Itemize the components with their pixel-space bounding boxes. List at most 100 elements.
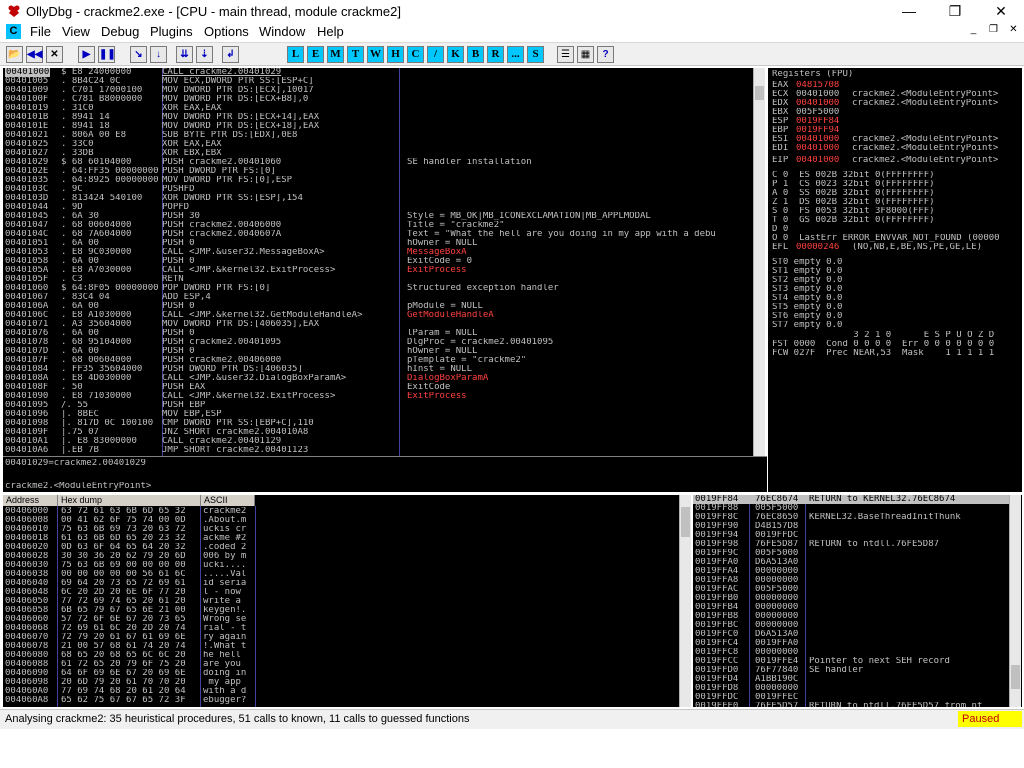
close-debuggee-icon[interactable]: ✕ — [46, 46, 63, 63]
dump-row[interactable]: 00406000 63 72 61 63 6B 6D 65 32 crackme2 — [3, 507, 259, 516]
fpu-register-row[interactable]: ST5 empty 0.0 — [768, 303, 1022, 312]
disasm-row[interactable]: 00401078 . 68 95104000 PUSH crackme2.00401… — [3, 338, 753, 347]
stack-row[interactable]: 0019FF98 76FE5D87 RETURN to ntdll.76FE5D87 — [693, 540, 1009, 549]
disasm-row[interactable]: 0040105A . E8 A7030000 CALL <JMP.&kernel32… — [3, 266, 753, 275]
references-window-button[interactable]: R — [487, 46, 504, 63]
dump-hex-header[interactable]: Hex dump — [58, 495, 201, 506]
disasm-row[interactable]: 00401051 . 6A 00 PUSH 0 hOwner = NULL — [3, 239, 753, 248]
stack-row[interactable]: 0019FFB8 00000000 — [693, 612, 1009, 621]
disasm-row[interactable]: 0040104C . 68 7A604000 PUSH crackme2.00406… — [3, 230, 753, 239]
dump-row[interactable]: 00406070 72 79 20 61 67 61 69 6E ry again — [3, 633, 259, 642]
fpu-register-row[interactable]: ST1 empty 0.0 — [768, 267, 1022, 276]
disasm-row[interactable]: 0040105F . C3 RETN — [3, 275, 753, 284]
disasm-row[interactable]: 004010A6 |.EB 7B JMP SHORT crackme2.004011… — [3, 446, 753, 455]
dump-row[interactable]: 00406060 57 72 6F 6E 67 20 73 65 Wrong se — [3, 615, 259, 624]
stack-row[interactable]: 0019FFAC 005F5000 — [693, 585, 1009, 594]
disasm-row[interactable]: 00401067 . 83C4 04 ADD ESP,4 — [3, 293, 753, 302]
dump-row[interactable]: 00406010 75 63 6B 69 73 20 63 72 uckis cr — [3, 525, 259, 534]
dump-row[interactable]: 00406040 69 64 20 73 65 72 69 61 id seria — [3, 579, 259, 588]
dump-row[interactable]: 00406030 75 63 6B 69 00 00 00 00 ucki.... — [3, 561, 259, 570]
disasm-row[interactable]: 00401098 |. 817D 0C 100100 CMP DWORD PTR S… — [3, 419, 753, 428]
menu-plugins[interactable]: Plugins — [150, 24, 193, 39]
disasm-scrollbar[interactable] — [753, 68, 765, 456]
register-row[interactable]: EFL 00000246 (NO,NB,E,BE,NS,PE,GE,LE) — [768, 243, 1022, 252]
fpu-register-row[interactable]: ST0 empty 0.0 — [768, 258, 1022, 267]
mdi-close-button[interactable]: ✕ — [1006, 24, 1021, 38]
disasm-row[interactable]: 0040107D . 6A 00 PUSH 0 hOwner = NULL — [3, 347, 753, 356]
dump-row[interactable]: 00406038 00 00 00 00 00 56 61 6C .....Val — [3, 570, 259, 579]
call-stack-window-button[interactable]: K — [447, 46, 464, 63]
menu-file[interactable]: File — [30, 24, 51, 39]
memory-window-button[interactable]: M — [327, 46, 344, 63]
stack-row[interactable]: 0019FF90 D4B157D8 — [693, 522, 1009, 531]
disasm-row[interactable]: 0040107F . 68 00604000 PUSH crackme2.00406… — [3, 356, 753, 365]
fpu-register-row[interactable]: ST4 empty 0.0 — [768, 294, 1022, 303]
disasm-row[interactable]: 00401084 . FF35 35604000 PUSH DWORD PTR DS… — [3, 365, 753, 374]
stack-pane[interactable]: 0019FF84 76EC8674 RETURN to KERNEL32.76EC8… — [693, 495, 1022, 707]
close-button[interactable]: ✕ — [978, 0, 1024, 22]
register-row[interactable]: EDI 00401000 crackme2.<ModuleEntryPoint> — [768, 144, 1022, 153]
disasm-row[interactable]: 0040108A . E8 4D030000 CALL <JMP.&user32.D… — [3, 374, 753, 383]
dump-scrollbar[interactable] — [679, 495, 691, 707]
dump-row[interactable]: 00406088 61 72 65 20 79 6F 75 20 are you — [3, 660, 259, 669]
disasm-row[interactable]: 0040103D . 813424 540100 XOR DWORD PTR SS:… — [3, 194, 753, 203]
pause-icon[interactable]: ❚❚ — [98, 46, 116, 63]
cpu-window-button[interactable]: C — [407, 46, 424, 63]
stack-row[interactable]: 0019FFB0 00000000 — [693, 594, 1009, 603]
dump-pane[interactable]: Address Hex dump ASCII 00406000 63 72 61 … — [3, 495, 691, 707]
dump-address-header[interactable]: Address — [3, 495, 58, 506]
disasm-row[interactable]: 0040106C . E8 A1030000 CALL <JMP.&kernel32… — [3, 311, 753, 320]
flag-row[interactable]: Z 1 DS 002B 32bit 0(FFFFFFFF) — [768, 198, 1022, 207]
dump-row[interactable]: 00406018 61 63 6B 6D 65 20 23 32 ackme #2 — [3, 534, 259, 543]
dump-row[interactable]: 00406098 20 6D 79 20 61 70 70 20 my app — [3, 678, 259, 687]
trace-over-icon[interactable]: ⇣ — [196, 46, 213, 63]
dump-row[interactable]: 00406020 0D 63 6F 64 65 64 20 32 .coded 2 — [3, 543, 259, 552]
dump-row[interactable]: 004060A0 77 69 74 68 20 61 20 64 with a d — [3, 687, 259, 696]
fpu-register-row[interactable]: ST2 empty 0.0 — [768, 276, 1022, 285]
disassembler-pane[interactable]: 00401000 $ E8 24000000 CALL crackme2.00401… — [3, 68, 765, 456]
dump-row[interactable]: 00406090 64 6F 69 6E 67 20 69 6E doing in — [3, 669, 259, 678]
minimize-button[interactable]: — — [886, 0, 932, 22]
stack-row[interactable]: 0019FFD0 76F77840 SE handler — [693, 666, 1009, 675]
register-row[interactable]: ECX 00401000 crackme2.<ModuleEntryPoint> — [768, 90, 1022, 99]
stack-row[interactable]: 0019FF84 76EC8674 RETURN to KERNEL32.76EC8… — [693, 495, 1009, 504]
stack-row[interactable]: 0019FF8C 76EC8650 KERNEL32.BaseThreadInitT… — [693, 513, 1009, 522]
trace-into-icon[interactable]: ⇊ — [176, 46, 193, 63]
menu-options[interactable]: Options — [204, 24, 249, 39]
dump-row[interactable]: 00406078 21 00 57 68 61 74 20 74 !.What t — [3, 642, 259, 651]
flag-row[interactable]: T 0 GS 002B 32bit 0(FFFFFFFF) — [768, 216, 1022, 225]
flag-row[interactable]: O 0 LastErr ERROR_ENVVAR_NOT_FOUND (0000… — [768, 234, 1022, 243]
stack-row[interactable]: 0019FF88 005F5000 — [693, 504, 1009, 513]
dump-row[interactable]: 00406028 30 30 36 20 62 79 20 6D 006 by m — [3, 552, 259, 561]
disasm-row[interactable]: 0040109F |.75 07 JNZ SHORT crackme2.004010… — [3, 428, 753, 437]
breakpoints-window-button[interactable]: B — [467, 46, 484, 63]
disasm-row[interactable]: 00401060 $ 64:8F05 00000000 POP DWORD PTR … — [3, 284, 753, 293]
run-icon[interactable]: ▶ — [78, 46, 95, 63]
disasm-row[interactable]: 00401009 . C701 17000100 MOV DWORD PTR DS:… — [3, 86, 753, 95]
stack-scrollbar[interactable] — [1009, 495, 1021, 707]
disasm-row[interactable]: 00401047 . 68 00604000 PUSH crackme2.00406… — [3, 221, 753, 230]
stack-row[interactable]: 0019FFBC 00000000 — [693, 621, 1009, 630]
flag-row[interactable]: S 0 FS 0053 32bit 3F8000(FFF) — [768, 207, 1022, 216]
disasm-row[interactable]: 00401000 $ E8 24000000 CALL crackme2.00401… — [3, 68, 753, 77]
disasm-row[interactable]: 00401019 . 31C0 XOR EAX,EAX — [3, 104, 753, 113]
patches-window-button[interactable]: / — [427, 46, 444, 63]
menu-debug[interactable]: Debug — [101, 24, 139, 39]
dump-row[interactable]: 00406048 6C 20 2D 20 6E 6F 77 20 l - now — [3, 588, 259, 597]
restart-icon[interactable]: ◀◀ — [26, 46, 43, 63]
disasm-row[interactable]: 00401021 . 806A 00 E8 SUB BYTE PTR DS:[EDX… — [3, 131, 753, 140]
stack-row[interactable]: 0019FFA4 00000000 — [693, 567, 1009, 576]
disasm-row[interactable]: 00401071 . A3 35604000 MOV DWORD PTR DS:[4… — [3, 320, 753, 329]
flag-row[interactable]: P 1 CS 0023 32bit 0(FFFFFFFF) — [768, 180, 1022, 189]
open-file-icon[interactable]: 📂 — [6, 46, 23, 63]
threads-window-button[interactable]: T — [347, 46, 364, 63]
maximize-button[interactable]: ❐ — [932, 0, 978, 22]
disasm-row[interactable]: 004010A1 |. E8 83000000 CALL crackme2.0040… — [3, 437, 753, 446]
help-icon[interactable]: ? — [597, 46, 614, 63]
stack-row[interactable]: 0019FF94 0019FFDC — [693, 531, 1009, 540]
appearance-icon[interactable]: ▦ — [577, 46, 594, 63]
menu-view[interactable]: View — [62, 24, 90, 39]
disasm-row[interactable]: 00401005 . 8B4C24 0C MOV ECX,DWORD PTR SS:… — [3, 77, 753, 86]
menu-help[interactable]: Help — [317, 24, 344, 39]
mdi-restore-button[interactable]: ❐ — [986, 24, 1001, 38]
